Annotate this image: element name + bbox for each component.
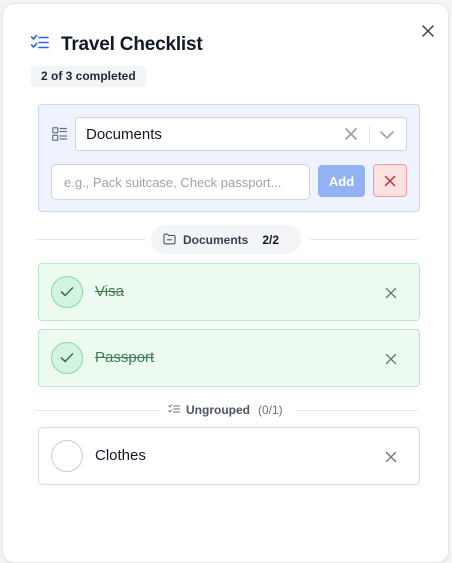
checkbox-checked[interactable] — [51, 342, 83, 374]
ungrouped-divider-right — [296, 410, 418, 411]
ungrouped-divider-left — [35, 410, 160, 411]
completion-badge: 2 of 3 completed — [31, 66, 146, 87]
item-label: Passport — [95, 349, 155, 366]
remove-item-icon[interactable] — [385, 352, 397, 370]
add-button[interactable]: Add — [318, 165, 365, 197]
checklist-panel: Travel Checklist 2 of 3 completed Docume… — [2, 3, 449, 563]
item-label: Visa — [95, 283, 124, 300]
group-list-icon — [52, 127, 68, 146]
group-name: Documents — [183, 232, 249, 247]
folder-icon — [163, 232, 176, 250]
group-divider-left — [35, 239, 145, 240]
list-item: Passport — [38, 329, 420, 387]
remove-item-icon[interactable] — [385, 450, 397, 468]
ungrouped-name: Ungrouped — [186, 403, 250, 417]
remove-item-icon[interactable] — [385, 286, 397, 304]
ungrouped-progress: (0/1) — [258, 403, 283, 417]
group-header-documents[interactable]: Documents 2/2 — [151, 225, 301, 254]
add-item-form: Documents Add — [38, 104, 420, 212]
new-item-input[interactable] — [51, 164, 310, 200]
checklist-icon — [30, 34, 49, 56]
cancel-button[interactable] — [373, 164, 407, 197]
list-item: Clothes — [38, 427, 420, 485]
page-title: Travel Checklist — [61, 34, 203, 55]
checkbox-checked[interactable] — [51, 276, 83, 308]
chevron-down-icon[interactable] — [379, 128, 395, 147]
ungrouped-header: Ungrouped (0/1) — [168, 403, 283, 417]
list-item: Visa — [38, 263, 420, 321]
header: Travel Checklist — [30, 34, 203, 56]
item-label: Clothes — [95, 447, 146, 464]
group-select[interactable]: Documents — [75, 117, 407, 151]
clear-select-icon[interactable] — [344, 127, 358, 146]
group-progress: 2/2 — [262, 232, 280, 247]
group-select-value: Documents — [86, 126, 162, 143]
checkbox-unchecked[interactable] — [51, 440, 83, 472]
list-check-icon — [168, 403, 180, 417]
select-separator — [369, 126, 370, 144]
close-icon[interactable] — [419, 22, 437, 40]
group-divider-right — [310, 239, 418, 240]
